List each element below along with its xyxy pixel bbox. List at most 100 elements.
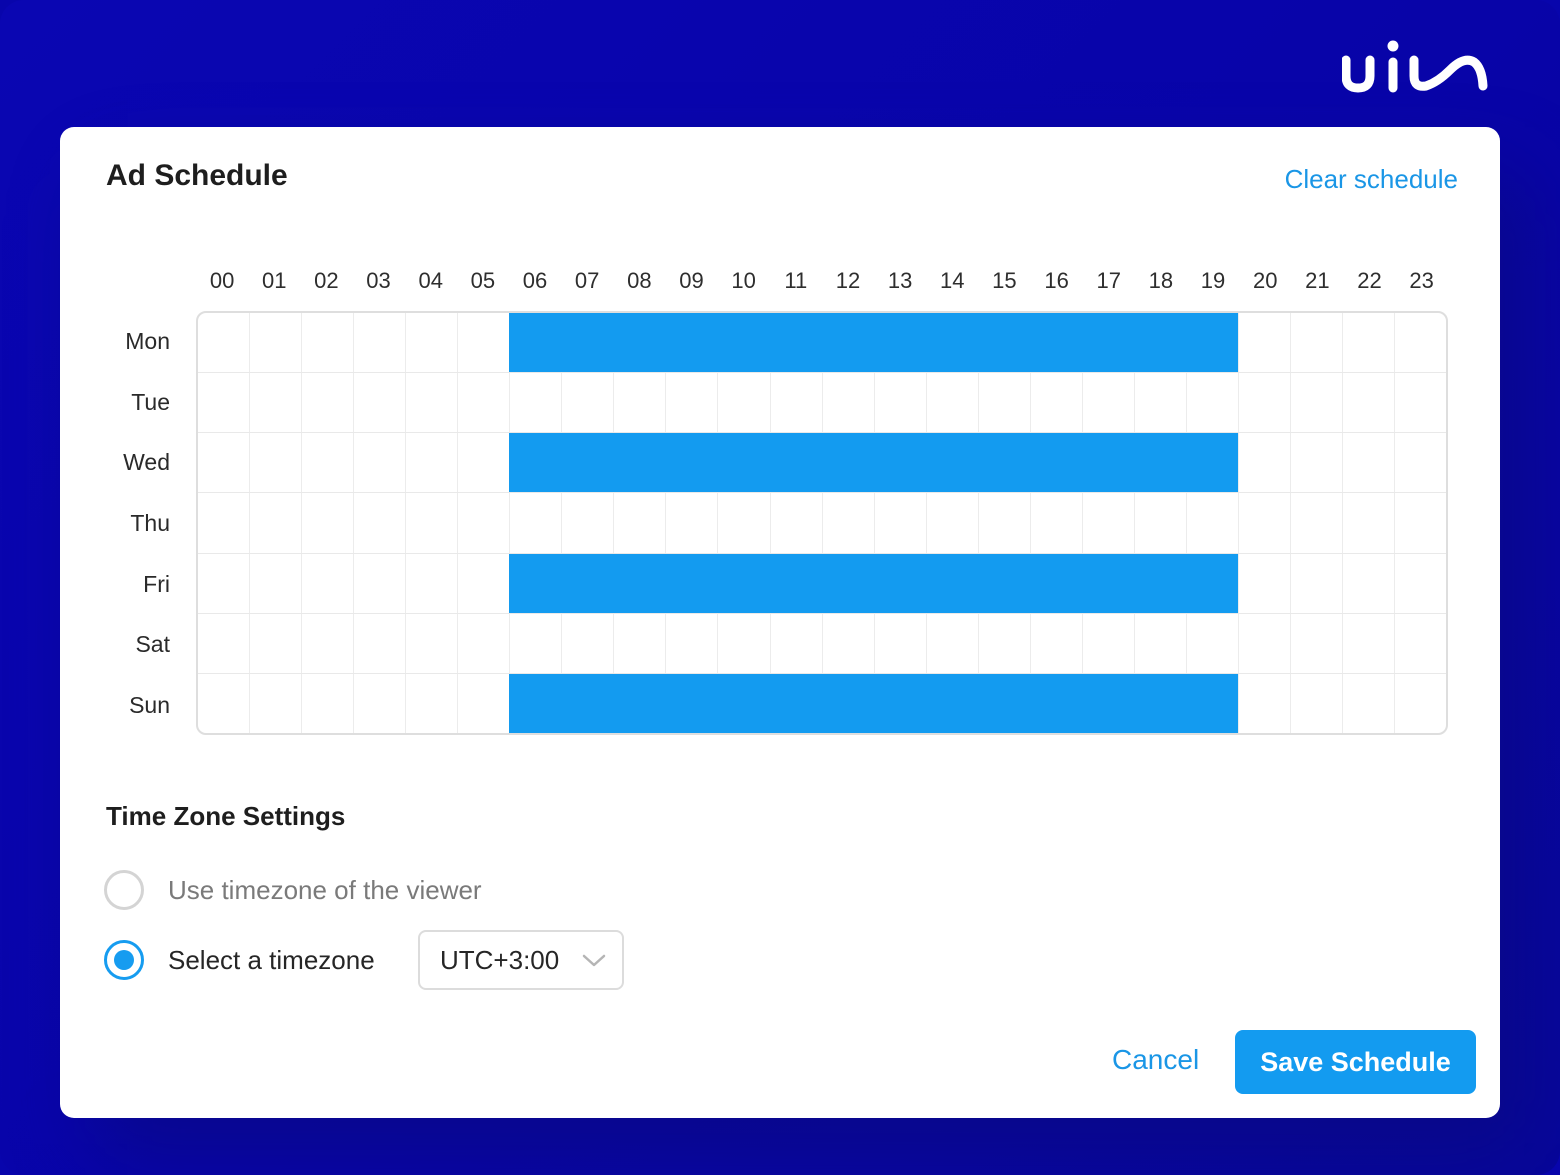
schedule-cell[interactable] [1029, 673, 1082, 733]
schedule-cell[interactable] [925, 433, 978, 493]
schedule-cell[interactable] [198, 433, 249, 492]
select-timezone-radio[interactable] [104, 940, 144, 980]
schedule-cell[interactable] [457, 313, 509, 373]
schedule-cell[interactable] [457, 613, 509, 673]
schedule-cell[interactable] [925, 613, 978, 673]
schedule-cell[interactable] [301, 493, 353, 553]
schedule-cell[interactable] [198, 614, 249, 673]
schedule-cell[interactable] [1133, 433, 1186, 493]
schedule-cell[interactable] [1289, 613, 1342, 673]
schedule-cell[interactable] [613, 553, 666, 613]
schedule-cell[interactable] [301, 313, 353, 373]
schedule-cell[interactable] [1029, 493, 1082, 553]
select-timezone-option[interactable]: Select a timezone [104, 940, 375, 980]
schedule-cell[interactable] [717, 373, 769, 433]
schedule-cell[interactable] [1394, 613, 1446, 673]
schedule-cell[interactable] [1394, 673, 1446, 733]
schedule-cell[interactable] [977, 673, 1030, 733]
schedule-cell[interactable] [1185, 553, 1238, 613]
schedule-cell[interactable] [977, 493, 1030, 553]
schedule-cell[interactable] [1029, 433, 1082, 493]
schedule-cell[interactable] [873, 373, 926, 433]
schedule-cell[interactable] [665, 373, 717, 433]
schedule-cell[interactable] [1342, 613, 1394, 673]
schedule-cell[interactable] [249, 373, 301, 433]
schedule-cell[interactable] [198, 373, 249, 432]
schedule-cell[interactable] [613, 613, 665, 673]
schedule-cell[interactable] [405, 673, 457, 733]
schedule-cell[interactable] [1081, 433, 1134, 493]
schedule-cell[interactable] [1237, 493, 1290, 553]
schedule-cell[interactable] [821, 613, 874, 673]
schedule-cell[interactable] [821, 313, 874, 373]
schedule-cell[interactable] [769, 613, 822, 673]
schedule-cell[interactable] [509, 673, 562, 733]
schedule-cell[interactable] [198, 493, 249, 552]
schedule-cell[interactable] [665, 613, 717, 673]
schedule-cell[interactable] [873, 613, 926, 673]
schedule-cell[interactable] [561, 373, 613, 433]
schedule-cell[interactable] [1185, 613, 1238, 673]
schedule-cell[interactable] [1394, 373, 1446, 433]
schedule-cell[interactable] [198, 554, 249, 613]
schedule-cell[interactable] [457, 373, 509, 433]
schedule-cell[interactable] [249, 493, 301, 553]
schedule-cell[interactable] [1133, 613, 1186, 673]
schedule-cell[interactable] [353, 433, 405, 493]
schedule-cell[interactable] [873, 553, 926, 613]
schedule-cell[interactable] [717, 553, 770, 613]
schedule-cell[interactable] [1342, 673, 1394, 733]
schedule-cell[interactable] [509, 493, 561, 553]
schedule-cell[interactable] [1133, 673, 1186, 733]
schedule-cell[interactable] [873, 433, 926, 493]
schedule-cell[interactable] [821, 673, 874, 733]
schedule-cell[interactable] [977, 433, 1030, 493]
schedule-cell[interactable] [457, 673, 509, 733]
schedule-cell[interactable] [405, 613, 457, 673]
save-schedule-button[interactable]: Save Schedule [1235, 1030, 1476, 1094]
schedule-cell[interactable] [665, 313, 718, 373]
schedule-cell[interactable] [769, 373, 822, 433]
schedule-cell[interactable] [769, 433, 822, 493]
schedule-cell[interactable] [925, 373, 978, 433]
schedule-cell[interactable] [509, 313, 562, 373]
schedule-cell[interactable] [613, 493, 665, 553]
schedule-cell[interactable] [1289, 493, 1342, 553]
schedule-cell[interactable] [1029, 553, 1082, 613]
schedule-cell[interactable] [1081, 373, 1134, 433]
schedule-cell[interactable] [665, 493, 717, 553]
schedule-cell[interactable] [769, 673, 822, 733]
schedule-cell[interactable] [249, 433, 301, 493]
schedule-cell[interactable] [1237, 373, 1290, 433]
schedule-cell[interactable] [301, 433, 353, 493]
schedule-cell[interactable] [198, 674, 249, 733]
schedule-cell[interactable] [353, 493, 405, 553]
schedule-cell[interactable] [873, 493, 926, 553]
schedule-cell[interactable] [249, 673, 301, 733]
schedule-cell[interactable] [1342, 433, 1394, 493]
schedule-cell[interactable] [301, 373, 353, 433]
schedule-cell[interactable] [301, 613, 353, 673]
schedule-cell[interactable] [1185, 313, 1238, 373]
schedule-cell[interactable] [1394, 433, 1446, 493]
schedule-cell[interactable] [977, 313, 1030, 373]
schedule-cell[interactable] [198, 313, 249, 372]
schedule-cell[interactable] [717, 493, 769, 553]
schedule-cell[interactable] [1289, 673, 1342, 733]
schedule-cell[interactable] [561, 313, 614, 373]
schedule-cell[interactable] [821, 373, 874, 433]
schedule-cell[interactable] [769, 313, 822, 373]
schedule-cell[interactable] [613, 373, 665, 433]
schedule-cell[interactable] [769, 553, 822, 613]
schedule-cell[interactable] [925, 493, 978, 553]
schedule-cell[interactable] [1133, 553, 1186, 613]
schedule-cell[interactable] [353, 673, 405, 733]
schedule-cell[interactable] [1289, 313, 1342, 373]
schedule-cell[interactable] [249, 553, 301, 613]
schedule-cell[interactable] [925, 313, 978, 373]
viewer-timezone-option[interactable]: Use timezone of the viewer [104, 870, 482, 910]
timezone-dropdown[interactable]: UTC+3:00 [418, 930, 624, 990]
schedule-cell[interactable] [665, 433, 718, 493]
schedule-grid[interactable] [196, 311, 1448, 735]
schedule-cell[interactable] [977, 553, 1030, 613]
